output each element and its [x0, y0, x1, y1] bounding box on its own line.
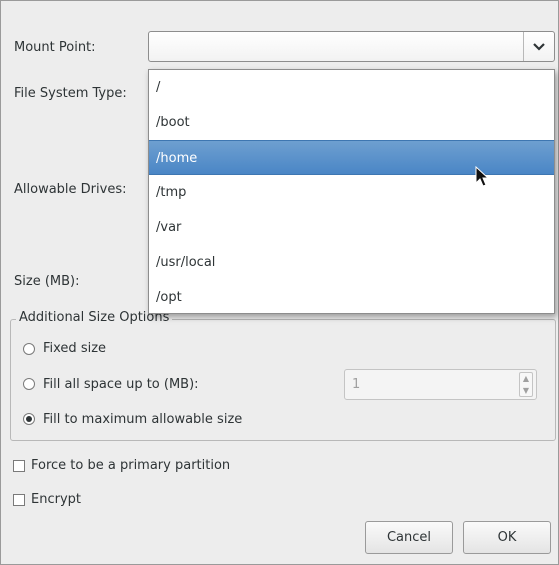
dropdown-item-home[interactable]: /home [149, 140, 554, 175]
fixed-size-label[interactable]: Fixed size [43, 341, 106, 356]
fill-upto-value: 1 [352, 377, 361, 392]
primary-partition-label[interactable]: Force to be a primary partition [31, 458, 230, 473]
spin-down-icon[interactable]: ▼ [520, 385, 532, 397]
allowable-drives-label: Allowable Drives: [14, 182, 127, 197]
mouse-cursor-icon [475, 166, 490, 187]
combo-arrow-button[interactable] [523, 32, 554, 61]
fixed-size-radio[interactable] [23, 343, 35, 355]
dropdown-item-root[interactable]: / [149, 70, 554, 105]
size-label: Size (MB): [14, 274, 80, 289]
fill-upto-spinbox[interactable]: 1 ▲ ▼ [344, 369, 537, 400]
encrypt-label[interactable]: Encrypt [31, 492, 81, 507]
dropdown-item-var[interactable]: /var [149, 210, 554, 245]
ok-button[interactable]: OK [463, 521, 551, 554]
dropdown-item-tmp[interactable]: /tmp [149, 175, 554, 210]
mount-point-label: Mount Point: [14, 40, 96, 55]
primary-partition-checkbox[interactable] [13, 460, 25, 472]
cancel-button[interactable]: Cancel [365, 521, 453, 554]
fill-max-label[interactable]: Fill to maximum allowable size [43, 412, 242, 427]
mount-point-dropdown: / /boot /home /tmp /var /usr/local /opt [148, 69, 555, 314]
mount-point-combo[interactable] [148, 31, 555, 62]
radio-selected-dot [26, 416, 32, 422]
chevron-down-icon [533, 42, 545, 51]
fill-upto-label[interactable]: Fill all space up to (MB): [43, 377, 199, 392]
dropdown-item-usr-local[interactable]: /usr/local [149, 245, 554, 280]
dropdown-item-opt[interactable]: /opt [149, 280, 554, 315]
file-system-type-label: File System Type: [14, 86, 127, 101]
fill-max-radio[interactable] [23, 413, 35, 425]
dropdown-item-boot[interactable]: /boot [149, 105, 554, 140]
spin-arrows[interactable]: ▲ ▼ [519, 372, 533, 397]
partition-dialog: Mount Point: File System Type: Allowable… [0, 0, 559, 565]
spin-up-icon[interactable]: ▲ [520, 373, 532, 385]
encrypt-checkbox[interactable] [13, 494, 25, 506]
fill-upto-radio[interactable] [23, 378, 35, 390]
